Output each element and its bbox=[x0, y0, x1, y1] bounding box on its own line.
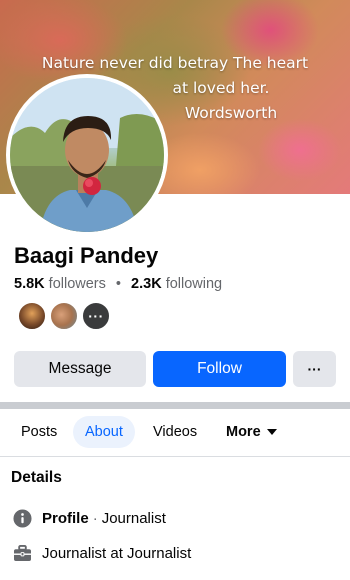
cover-quote-line-1: Nature never did betray The heart bbox=[41, 54, 309, 72]
mutual-avatar-1[interactable] bbox=[17, 301, 47, 331]
stats-separator: • bbox=[115, 276, 121, 292]
mutual-more-button[interactable]: ··· bbox=[81, 301, 111, 331]
follow-button[interactable]: Follow bbox=[153, 351, 286, 387]
detail-work-value[interactable]: Journalist at Journalist bbox=[42, 545, 191, 562]
more-actions-button[interactable]: ··· bbox=[293, 351, 336, 387]
profile-avatar[interactable] bbox=[6, 74, 168, 236]
detail-profile-label: Profile bbox=[42, 509, 89, 527]
message-button[interactable]: Message bbox=[14, 351, 146, 387]
tab-videos[interactable]: Videos bbox=[141, 416, 209, 448]
more-dots-icon: ··· bbox=[307, 361, 322, 377]
info-icon bbox=[12, 508, 32, 528]
tab-more-label: More bbox=[226, 424, 261, 440]
profile-stats: 5.8K followers • 2.3K following bbox=[14, 276, 222, 292]
detail-row-work: Journalist at Journalist bbox=[12, 541, 191, 565]
tab-about[interactable]: About bbox=[73, 416, 135, 448]
following-count[interactable]: 2.3K bbox=[131, 276, 162, 292]
section-divider bbox=[0, 402, 350, 409]
followers-count[interactable]: 5.8K bbox=[14, 276, 45, 292]
more-dots-icon: ··· bbox=[88, 308, 104, 324]
caret-down-icon bbox=[266, 429, 277, 435]
tab-more[interactable]: More bbox=[214, 416, 289, 448]
avatar-photo bbox=[10, 78, 164, 232]
detail-row-profile: Profile · Journalist bbox=[12, 506, 166, 530]
followers-label[interactable]: followers bbox=[49, 276, 106, 292]
mutual-avatar-2[interactable] bbox=[49, 301, 79, 331]
following-label[interactable]: following bbox=[166, 276, 222, 292]
tab-posts[interactable]: Posts bbox=[9, 416, 69, 448]
details-heading: Details bbox=[11, 469, 62, 486]
detail-separator: · bbox=[92, 509, 98, 527]
profile-name: Baagi Pandey bbox=[14, 243, 159, 268]
profile-tabs: Posts About Videos More bbox=[0, 416, 350, 448]
detail-profile-value[interactable]: Journalist bbox=[102, 510, 166, 527]
tabs-divider bbox=[0, 456, 350, 457]
briefcase-icon bbox=[12, 543, 32, 563]
